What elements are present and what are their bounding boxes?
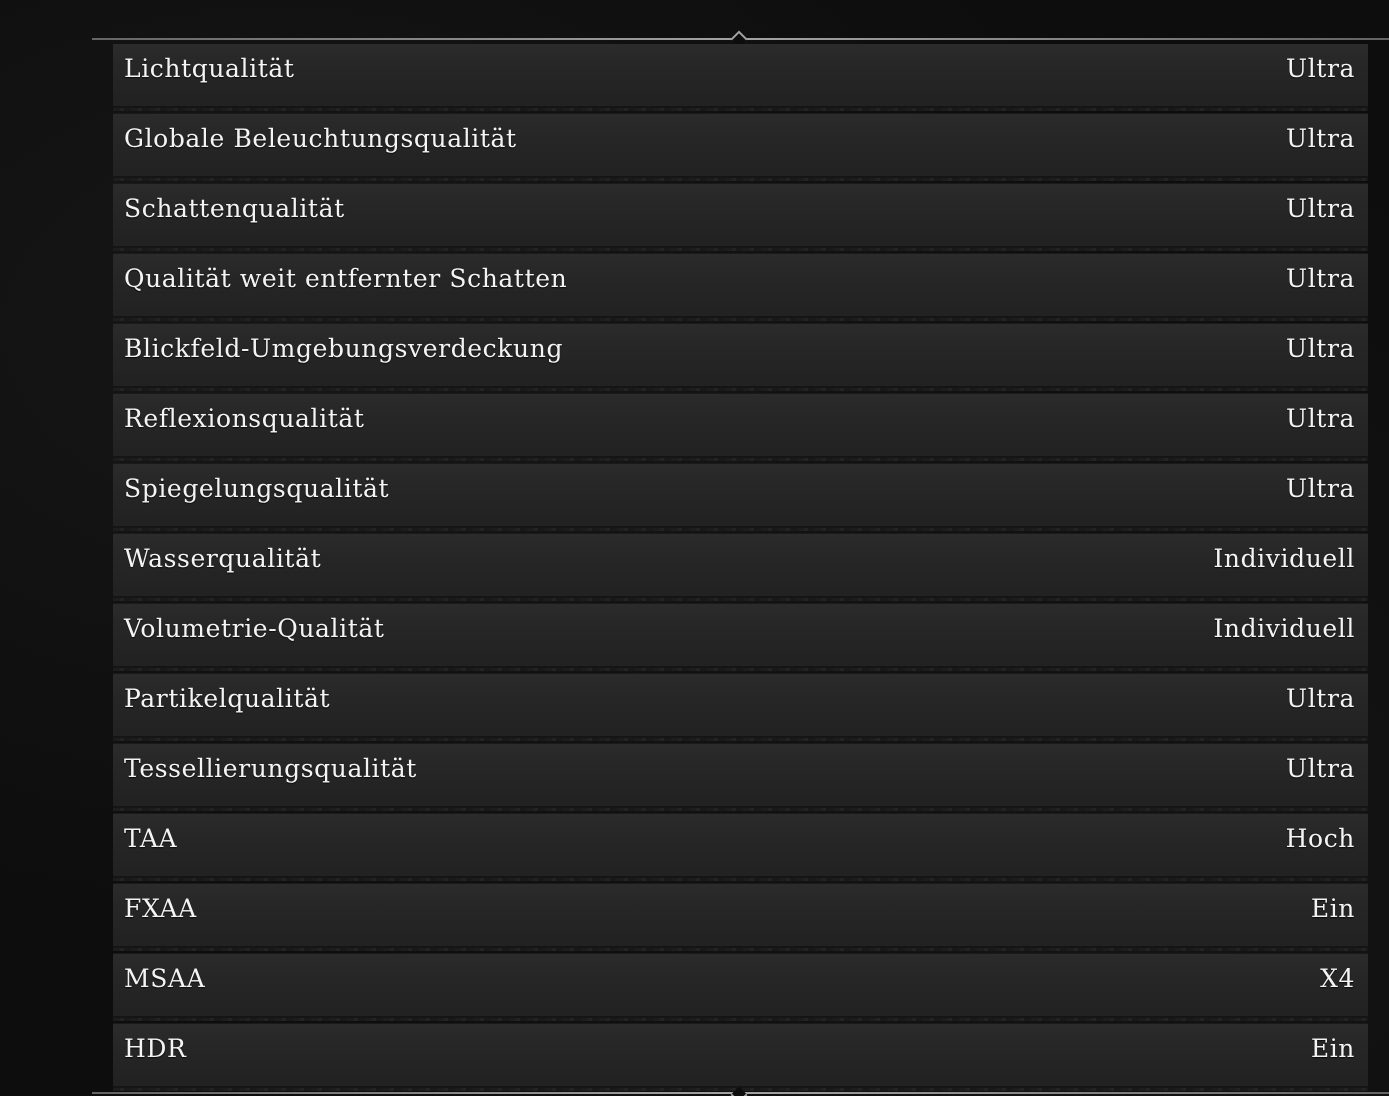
setting-row-partikelqualitaet[interactable]: Partikelqualität Ultra (113, 674, 1368, 741)
setting-value[interactable]: Hoch (1286, 824, 1355, 853)
setting-row-globale-beleuchtungsqualitaet[interactable]: Globale Beleuchtungsqualität Ultra (113, 114, 1368, 181)
setting-row-taa[interactable]: TAA Hoch (113, 814, 1368, 881)
setting-label: Globale Beleuchtungsqualität (124, 123, 517, 153)
setting-value[interactable]: Ultra (1286, 474, 1355, 503)
setting-row-tessellierungsqualitaet[interactable]: Tessellierungsqualität Ultra (113, 744, 1368, 811)
setting-label: Lichtqualität (124, 53, 295, 83)
setting-label: Qualität weit entfernter Schatten (124, 263, 568, 293)
setting-row-fxaa[interactable]: FXAA Ein (113, 884, 1368, 951)
setting-row-schattenqualitaet[interactable]: Schattenqualität Ultra (113, 184, 1368, 251)
setting-label: Spiegelungsqualität (124, 473, 390, 503)
setting-row-reflexionsqualitaet[interactable]: Reflexionsqualität Ultra (113, 394, 1368, 461)
setting-label: FXAA (124, 893, 197, 923)
setting-row-volumetrie-qualitaet[interactable]: Volumetrie-Qualität Individuell (113, 604, 1368, 671)
setting-value[interactable]: Individuell (1213, 614, 1355, 643)
setting-value[interactable]: Ultra (1286, 684, 1355, 713)
setting-label: Reflexionsqualität (124, 403, 365, 433)
setting-label: TAA (124, 823, 178, 853)
setting-value[interactable]: Ein (1311, 1034, 1355, 1063)
setting-label: Blickfeld-Umgebungsverdeckung (124, 333, 564, 363)
setting-value[interactable]: Individuell (1213, 544, 1355, 573)
setting-value[interactable]: Ultra (1286, 124, 1355, 153)
setting-label: Partikelqualität (124, 683, 331, 713)
setting-row-wasserqualitaet[interactable]: Wasserqualität Individuell (113, 534, 1368, 601)
setting-value[interactable]: Ultra (1286, 334, 1355, 363)
setting-label: HDR (124, 1033, 187, 1063)
setting-label: MSAA (124, 963, 206, 993)
setting-label: Schattenqualität (124, 193, 345, 223)
setting-value[interactable]: Ultra (1286, 194, 1355, 223)
graphics-settings-list[interactable]: Lichtqualität Ultra Globale Beleuchtungs… (113, 44, 1368, 1092)
setting-label: Tessellierungsqualität (124, 753, 417, 783)
setting-row-weit-entfernte-schatten[interactable]: Qualität weit entfernter Schatten Ultra (113, 254, 1368, 321)
setting-row-lichtqualitaet[interactable]: Lichtqualität Ultra (113, 44, 1368, 111)
setting-label: Volumetrie-Qualität (124, 613, 385, 643)
setting-value[interactable]: X4 (1320, 964, 1355, 993)
setting-value[interactable]: Ultra (1286, 404, 1355, 433)
setting-row-spiegelungsqualitaet[interactable]: Spiegelungsqualität Ultra (113, 464, 1368, 531)
setting-value[interactable]: Ultra (1286, 264, 1355, 293)
setting-row-umgebungsverdeckung[interactable]: Blickfeld-Umgebungsverdeckung Ultra (113, 324, 1368, 391)
setting-value[interactable]: Ultra (1286, 54, 1355, 83)
setting-row-hdr[interactable]: HDR Ein (113, 1024, 1368, 1091)
setting-value[interactable]: Ultra (1286, 754, 1355, 783)
setting-row-msaa[interactable]: MSAA X4 (113, 954, 1368, 1021)
setting-label: Wasserqualität (124, 543, 322, 573)
setting-value[interactable]: Ein (1311, 894, 1355, 923)
